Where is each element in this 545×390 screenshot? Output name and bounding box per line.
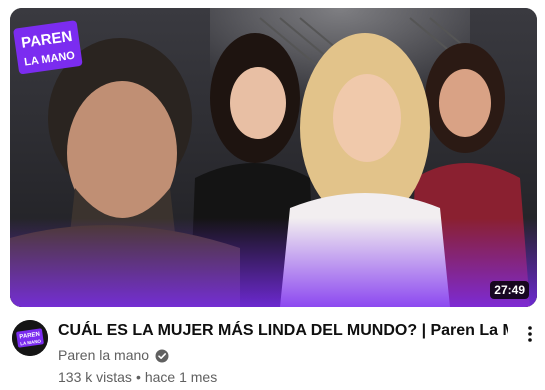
channel-row: Paren la mano	[58, 345, 508, 365]
video-thumbnail[interactable]: PAREN LA MANO 27:49	[10, 8, 537, 307]
channel-name[interactable]: Paren la mano	[58, 345, 149, 365]
video-card: PAREN LA MANO 27:49 PAREN LA MANO CUÁL E…	[0, 0, 545, 390]
video-title[interactable]: CUÁL ES LA MUJER MÁS LINDA DEL MUNDO? | …	[58, 320, 508, 342]
stats-separator: •	[135, 369, 141, 385]
video-meta: CUÁL ES LA MUJER MÁS LINDA DEL MUNDO? | …	[58, 320, 508, 387]
avatar-logo: PAREN LA MANO	[12, 320, 48, 356]
more-options-button[interactable]	[520, 322, 540, 346]
thumbnail-image: PAREN LA MANO	[10, 8, 537, 307]
verified-check-icon	[155, 348, 169, 363]
upload-age: hace 1 mes	[144, 369, 218, 385]
duration-badge: 27:49	[490, 281, 529, 299]
video-stats: 133 k vistas • hace 1 mes	[58, 367, 508, 387]
more-vertical-icon	[528, 326, 532, 342]
view-count: 133 k vistas	[58, 369, 132, 385]
channel-avatar[interactable]: PAREN LA MANO	[12, 320, 48, 356]
